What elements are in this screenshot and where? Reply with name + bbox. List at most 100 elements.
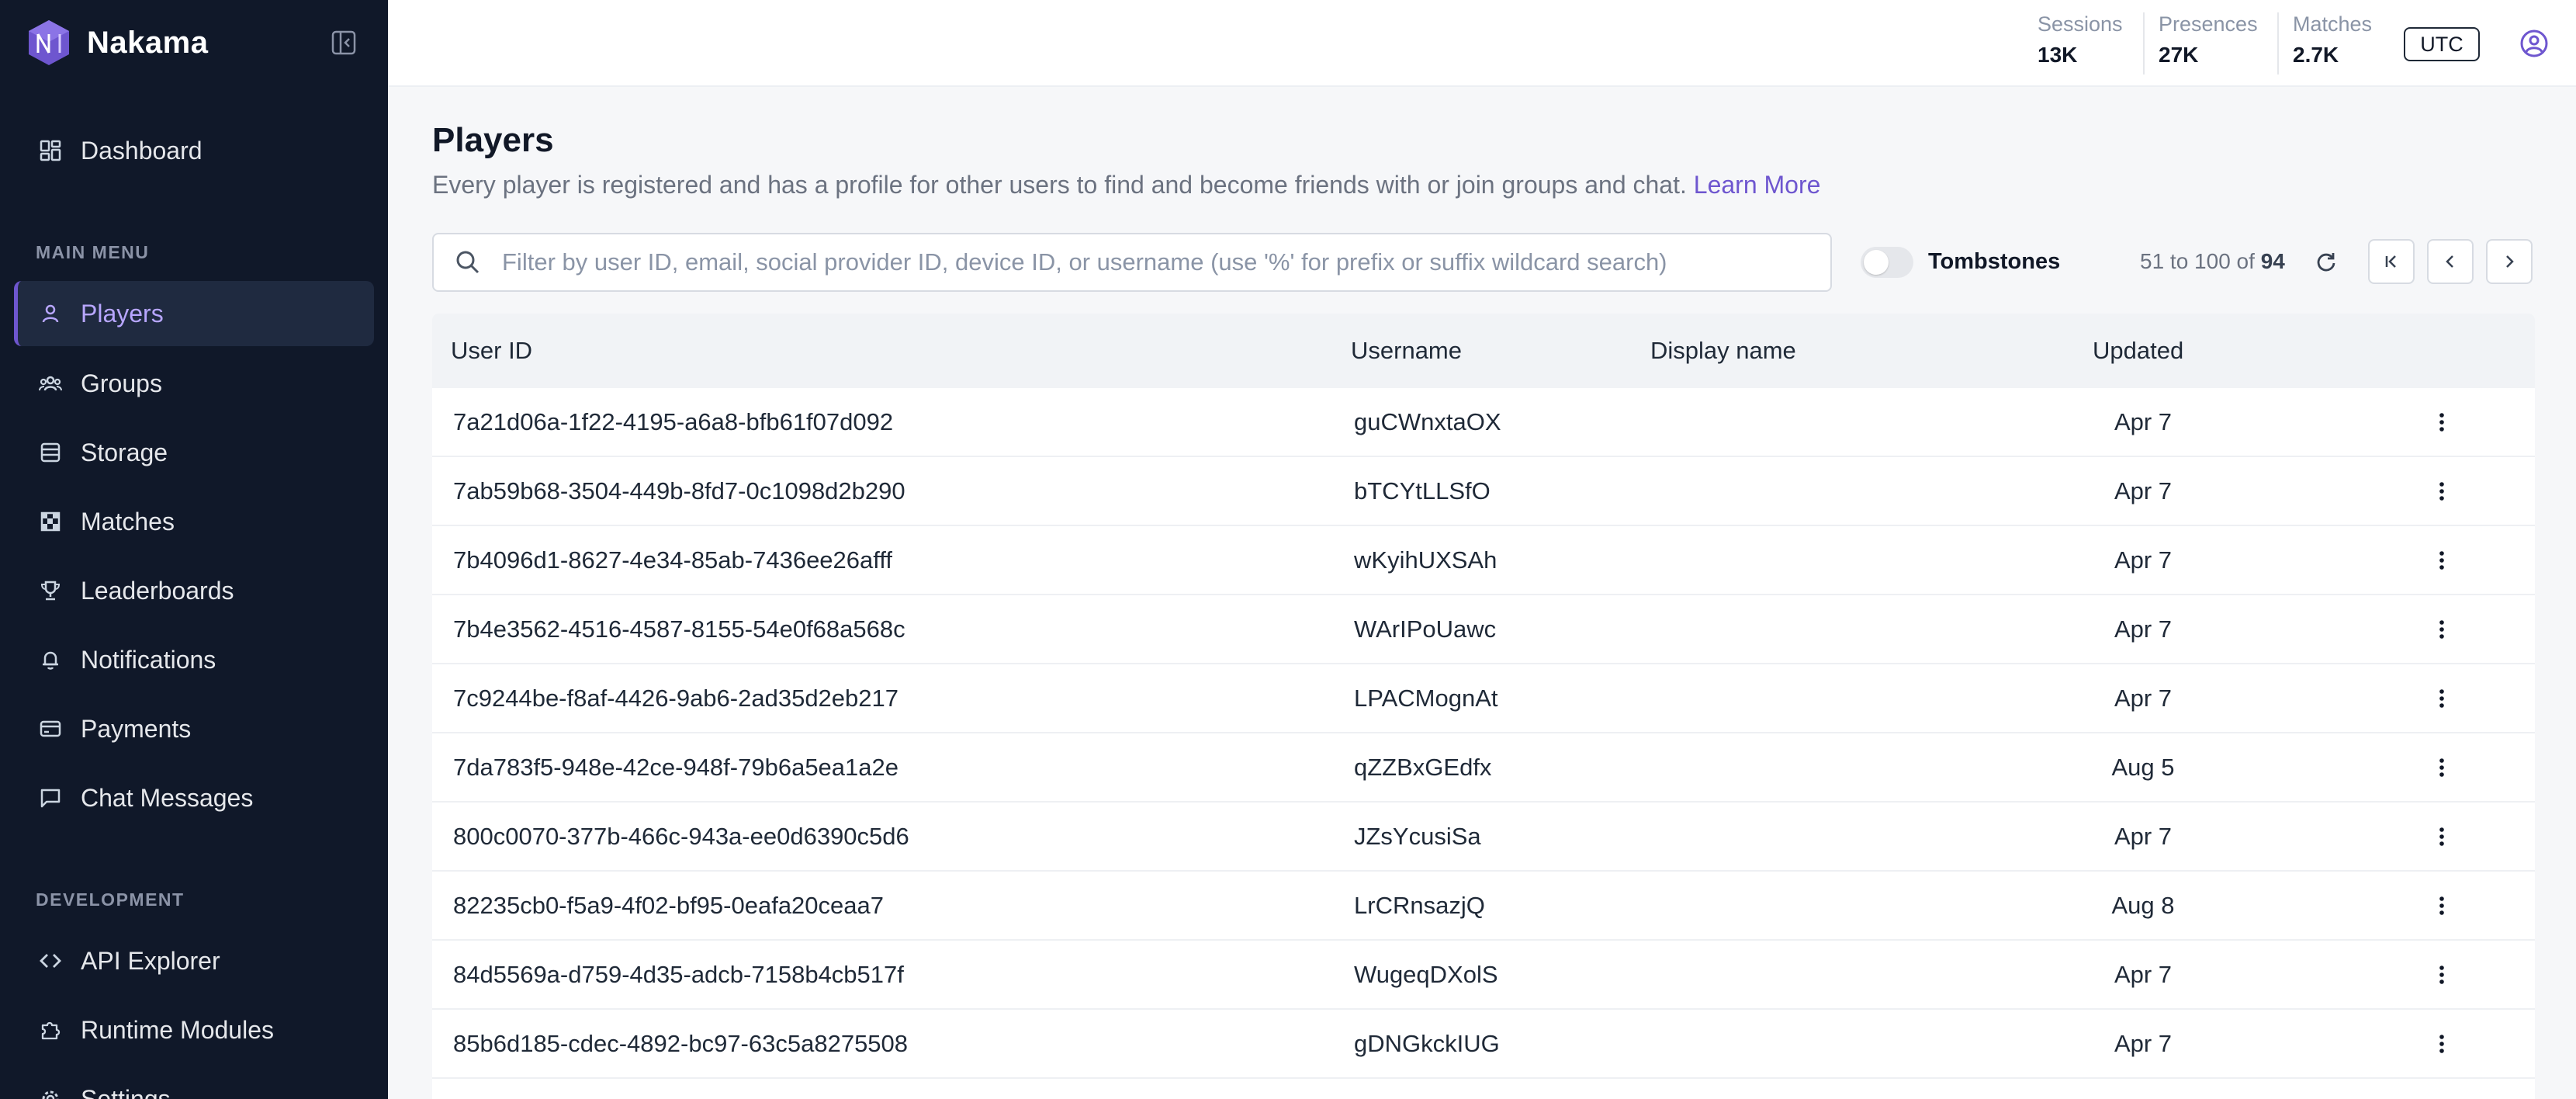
cell-user-id[interactable]: 84d5569a-d759-4d35-adcb-7158b4cb517f: [453, 961, 904, 989]
more-vertical-icon[interactable]: [2428, 546, 2456, 574]
refresh-icon[interactable]: [2314, 250, 2339, 275]
trophy-icon: [40, 581, 61, 601]
cell-username: WugeqDXolS: [1354, 961, 1498, 988]
table-row[interactable]: 7ab59b68-3504-449b-8fd7-0c1098d2b290 bTC…: [432, 457, 2535, 526]
search-icon: [456, 251, 480, 274]
cell-user-id[interactable]: 7b4e3562-4516-4587-8155-54e0f68a568c: [453, 615, 905, 643]
account-icon[interactable]: [2519, 28, 2550, 59]
more-vertical-icon[interactable]: [2428, 892, 2456, 920]
sidebar-item-api-explorer[interactable]: API Explorer: [14, 928, 374, 993]
cell-user-id[interactable]: 82235cb0-f5a9-4f02-bf95-0eafa20ceaa7: [453, 892, 884, 920]
stat-presences: Presences 27K: [2143, 12, 2258, 75]
toggle-knob: [1864, 250, 1889, 275]
cell-username: LPACMognAt: [1354, 685, 1498, 712]
sidebar-item-label: Players: [81, 299, 164, 328]
sidebar-item-label: Groups: [81, 369, 162, 397]
sidebar-item-payments[interactable]: Payments: [14, 696, 374, 761]
table-row[interactable]: 84d5569a-d759-4d35-adcb-7158b4cb517f Wug…: [432, 941, 2535, 1010]
cell-updated: Apr 7: [2114, 1030, 2173, 1057]
search-box[interactable]: [432, 233, 1832, 292]
table-row[interactable]: 82235cb0-f5a9-4f02-bf95-0eafa20ceaa7 LrC…: [432, 872, 2535, 941]
sidebar-item-groups[interactable]: Groups: [14, 351, 374, 416]
cell-username: qZZBxGEdfx: [1354, 754, 1492, 781]
sidebar-item-label: Settings: [81, 1084, 171, 1099]
cell-updated: Apr 7: [2114, 477, 2173, 504]
players-table: User ID Username Display name Updated 7a…: [432, 314, 2535, 1099]
cell-user-id[interactable]: 7c9244be-f8af-4426-9ab6-2ad35d2eb217: [453, 685, 898, 712]
sidebar-item-storage[interactable]: Storage: [14, 420, 374, 485]
cell-updated: Apr 7: [2114, 408, 2173, 435]
description-text: Every player is registered and has a pro…: [432, 171, 1687, 199]
code-icon: [40, 954, 61, 968]
table-row[interactable]: 7da783f5-948e-42ce-948f-79b6a5ea1a2e qZZ…: [432, 733, 2535, 803]
sidebar-collapse-icon[interactable]: [331, 29, 357, 56]
more-vertical-icon[interactable]: [2428, 408, 2456, 436]
table-row[interactable]: 800c0070-377b-466c-943a-ee0d6390c5d6 JZs…: [432, 803, 2535, 872]
sidebar-item-leaderboards[interactable]: Leaderboards: [14, 558, 374, 623]
cell-user-id[interactable]: 800c0070-377b-466c-943a-ee0d6390c5d6: [453, 823, 909, 851]
sidebar-item-label: Runtime Modules: [81, 1015, 274, 1044]
pagination-range: 51 to 100 of 94: [2140, 249, 2285, 274]
stat-value: 27K: [2159, 43, 2199, 67]
sidebar-item-label: Dashboard: [81, 136, 203, 165]
sidebar-item-label: Notifications: [81, 645, 216, 674]
cell-updated: Apr 7: [2114, 546, 2173, 574]
cell-username: gDNGkckIUG: [1354, 1030, 1500, 1057]
table-row[interactable]: 7c9244be-f8af-4426-9ab6-2ad35d2eb217 LPA…: [432, 664, 2535, 733]
cell-user-id[interactable]: 7a21d06a-1f22-4195-a6a8-bfb61f07d092: [453, 408, 893, 436]
sidebar-item-settings[interactable]: Settings: [14, 1066, 374, 1099]
sidebar-item-players[interactable]: Players: [14, 281, 374, 346]
dashboard-icon: [40, 140, 61, 161]
sidebar-item-notifications[interactable]: Notifications: [14, 627, 374, 692]
more-vertical-icon[interactable]: [2428, 1030, 2456, 1058]
table-row[interactable]: 7b4e3562-4516-4587-8155-54e0f68a568c WAr…: [432, 595, 2535, 664]
column-header-updated[interactable]: Updated: [2093, 337, 2183, 365]
cell-username: wKyihUXSAh: [1354, 546, 1497, 574]
column-header-username[interactable]: Username: [1351, 337, 1462, 365]
puzzle-icon: [41, 1021, 61, 1040]
users-icon: [39, 376, 62, 391]
cell-user-id[interactable]: 85b6d185-cdec-4892-bc97-63c5a8275508: [453, 1030, 908, 1058]
cell-updated: Aug 8: [2111, 892, 2175, 919]
more-vertical-icon[interactable]: [2428, 685, 2456, 712]
cell-user-id[interactable]: 7b4096d1-8627-4e34-85ab-7436ee26afff: [453, 546, 892, 574]
sidebar-item-dashboard[interactable]: Dashboard: [14, 118, 374, 183]
topbar: Sessions 13K Presences 27K Matches 2.7K …: [388, 0, 2576, 87]
cell-user-id[interactable]: 7ab59b68-3504-449b-8fd7-0c1098d2b290: [453, 477, 905, 505]
table-row[interactable]: 7a21d06a-1f22-4195-a6a8-bfb61f07d092 guC…: [432, 388, 2535, 457]
stat-value: 13K: [2038, 43, 2078, 67]
tombstones-toggle[interactable]: [1861, 247, 1913, 278]
sidebar-item-runtime-modules[interactable]: Runtime Modules: [14, 997, 374, 1063]
stat-matches: Matches 2.7K: [2277, 12, 2372, 75]
sidebar-item-chat-messages[interactable]: Chat Messages: [14, 765, 374, 830]
sidebar-item-matches[interactable]: Matches: [14, 489, 374, 554]
range-total: 94: [2260, 249, 2285, 273]
search-input[interactable]: [502, 248, 1821, 276]
more-vertical-icon[interactable]: [2428, 961, 2456, 989]
database-icon: [40, 442, 61, 463]
more-vertical-icon[interactable]: [2428, 477, 2456, 505]
page-description: Every player is registered and has a pro…: [432, 171, 1820, 199]
next-page-button[interactable]: [2486, 239, 2533, 284]
sidebar-item-label: Matches: [81, 507, 175, 536]
more-vertical-icon[interactable]: [2428, 823, 2456, 851]
column-header-display-name[interactable]: Display name: [1650, 337, 1796, 365]
first-page-button[interactable]: [2368, 239, 2415, 284]
cell-username: guCWnxtaOX: [1354, 408, 1501, 435]
cell-user-id[interactable]: 7da783f5-948e-42ce-948f-79b6a5ea1a2e: [453, 754, 898, 782]
main-menu-heading: MAIN MENU: [36, 242, 150, 262]
timezone-button[interactable]: UTC: [2404, 27, 2480, 61]
cell-username: WArIPoUawc: [1354, 615, 1497, 643]
table-row[interactable]: 85b6d185-cdec-4892-bc97-63c5a8275508 gDN…: [432, 1010, 2535, 1079]
brand[interactable]: Nakama: [26, 17, 208, 68]
table-row[interactable]: 7b4096d1-8627-4e34-85ab-7436ee26afff wKy…: [432, 526, 2535, 595]
column-header-user-id[interactable]: User ID: [451, 337, 532, 365]
app-window: Nakama Dashboard MAIN MENU Players Group…: [0, 0, 2576, 1099]
more-vertical-icon[interactable]: [2428, 615, 2456, 643]
previous-page-button[interactable]: [2427, 239, 2474, 284]
credit-card-icon: [40, 720, 61, 737]
more-vertical-icon[interactable]: [2428, 754, 2456, 782]
learn-more-link[interactable]: Learn More: [1694, 171, 1821, 199]
stat-sessions: Sessions 13K: [2024, 12, 2123, 75]
main-content: Players Every player is registered and h…: [388, 87, 2576, 1099]
